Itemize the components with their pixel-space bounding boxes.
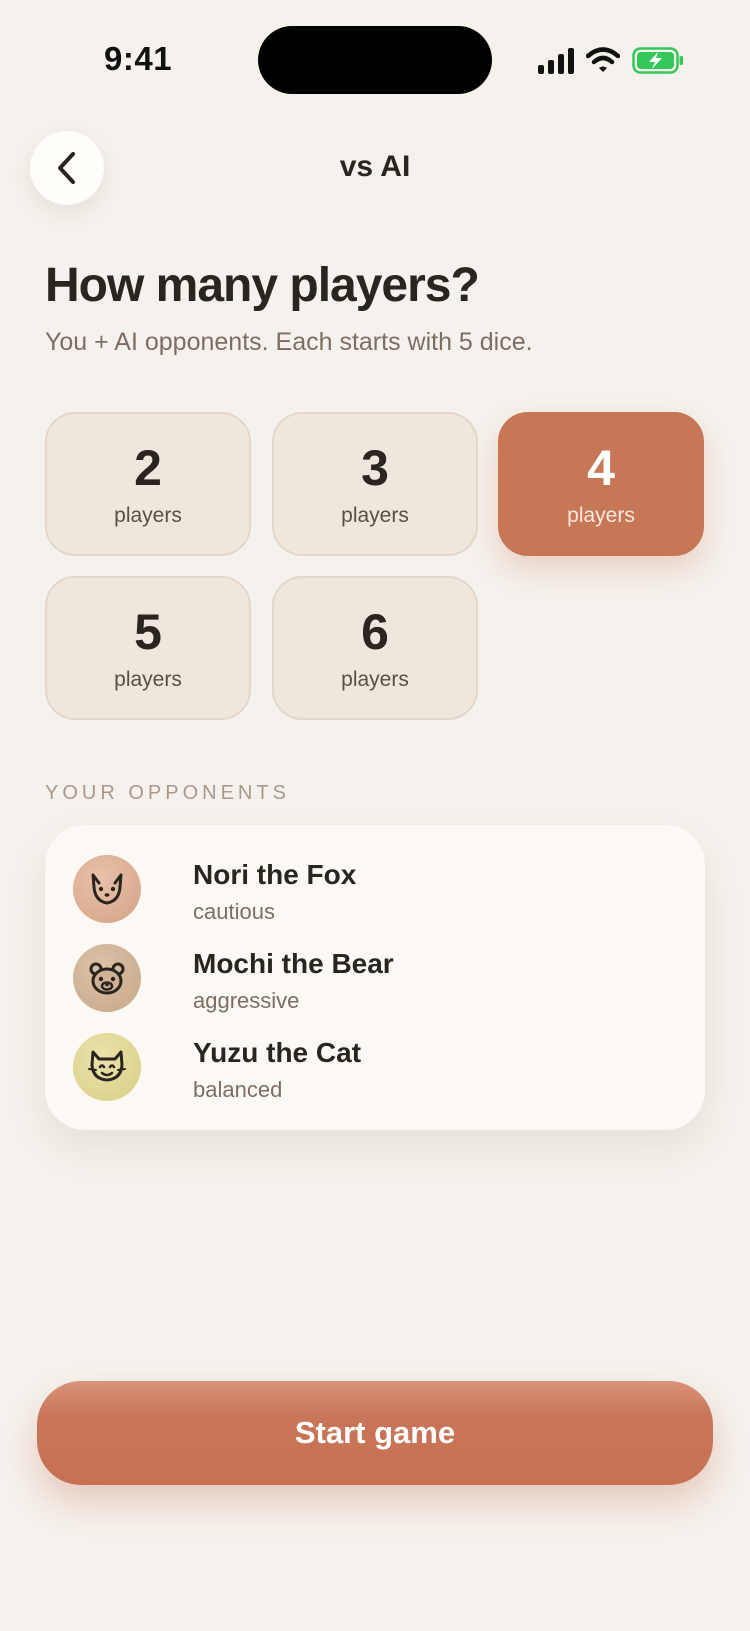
player-option-label: players (341, 668, 409, 691)
player-option-label: players (114, 504, 182, 527)
player-option-number: 6 (361, 604, 389, 660)
bear-icon (89, 962, 125, 995)
status-bar: 9:41 (0, 0, 750, 120)
player-option-number: 3 (361, 440, 389, 496)
opponent-name: Yuzu the Cat (193, 1037, 362, 1068)
player-option-number: 4 (587, 440, 615, 496)
avatar (73, 1033, 141, 1101)
opponent-item: Nori the Fox cautious (73, 855, 673, 925)
fox-icon (91, 873, 123, 905)
opponent-name: Nori the Fox (193, 859, 357, 890)
player-option-2[interactable]: 2 players (45, 412, 251, 556)
opponent-style: aggressive (193, 988, 300, 1013)
opponents-card: Nori the Fox cautious Mochi the Bear agg… (45, 825, 705, 1130)
player-option-number: 5 (134, 604, 162, 660)
opponent-style: balanced (193, 1077, 283, 1102)
opponent-item: Yuzu the Cat balanced (73, 1033, 673, 1103)
cellular-signal-icon (538, 48, 574, 74)
opponent-name: Mochi the Bear (193, 948, 394, 979)
player-option-6[interactable]: 6 players (272, 576, 478, 720)
opponents-section-label: YOUR OPPONENTS (45, 782, 290, 804)
avatar (73, 855, 141, 923)
wifi-icon (586, 47, 620, 72)
player-option-label: players (341, 504, 409, 527)
player-option-4[interactable]: 4 players (498, 412, 704, 556)
player-option-5[interactable]: 5 players (45, 576, 251, 720)
cat-icon (88, 1050, 126, 1082)
start-game-button[interactable]: Start game (37, 1381, 713, 1485)
status-time: 9:41 (104, 40, 173, 77)
player-option-3[interactable]: 3 players (272, 412, 478, 556)
battery-charging-icon (632, 47, 683, 74)
opponent-item: Mochi the Bear aggressive (73, 944, 673, 1014)
player-option-number: 2 (134, 440, 162, 496)
page-heading: How many players? (45, 259, 480, 312)
page-subheading: You + AI opponents. Each starts with 5 d… (45, 328, 533, 356)
player-option-label: players (114, 668, 182, 691)
opponent-style: cautious (193, 899, 275, 924)
avatar (73, 944, 141, 1012)
screen-title: vs AI (339, 150, 411, 183)
dynamic-island (258, 26, 492, 94)
player-option-label: players (567, 504, 635, 527)
